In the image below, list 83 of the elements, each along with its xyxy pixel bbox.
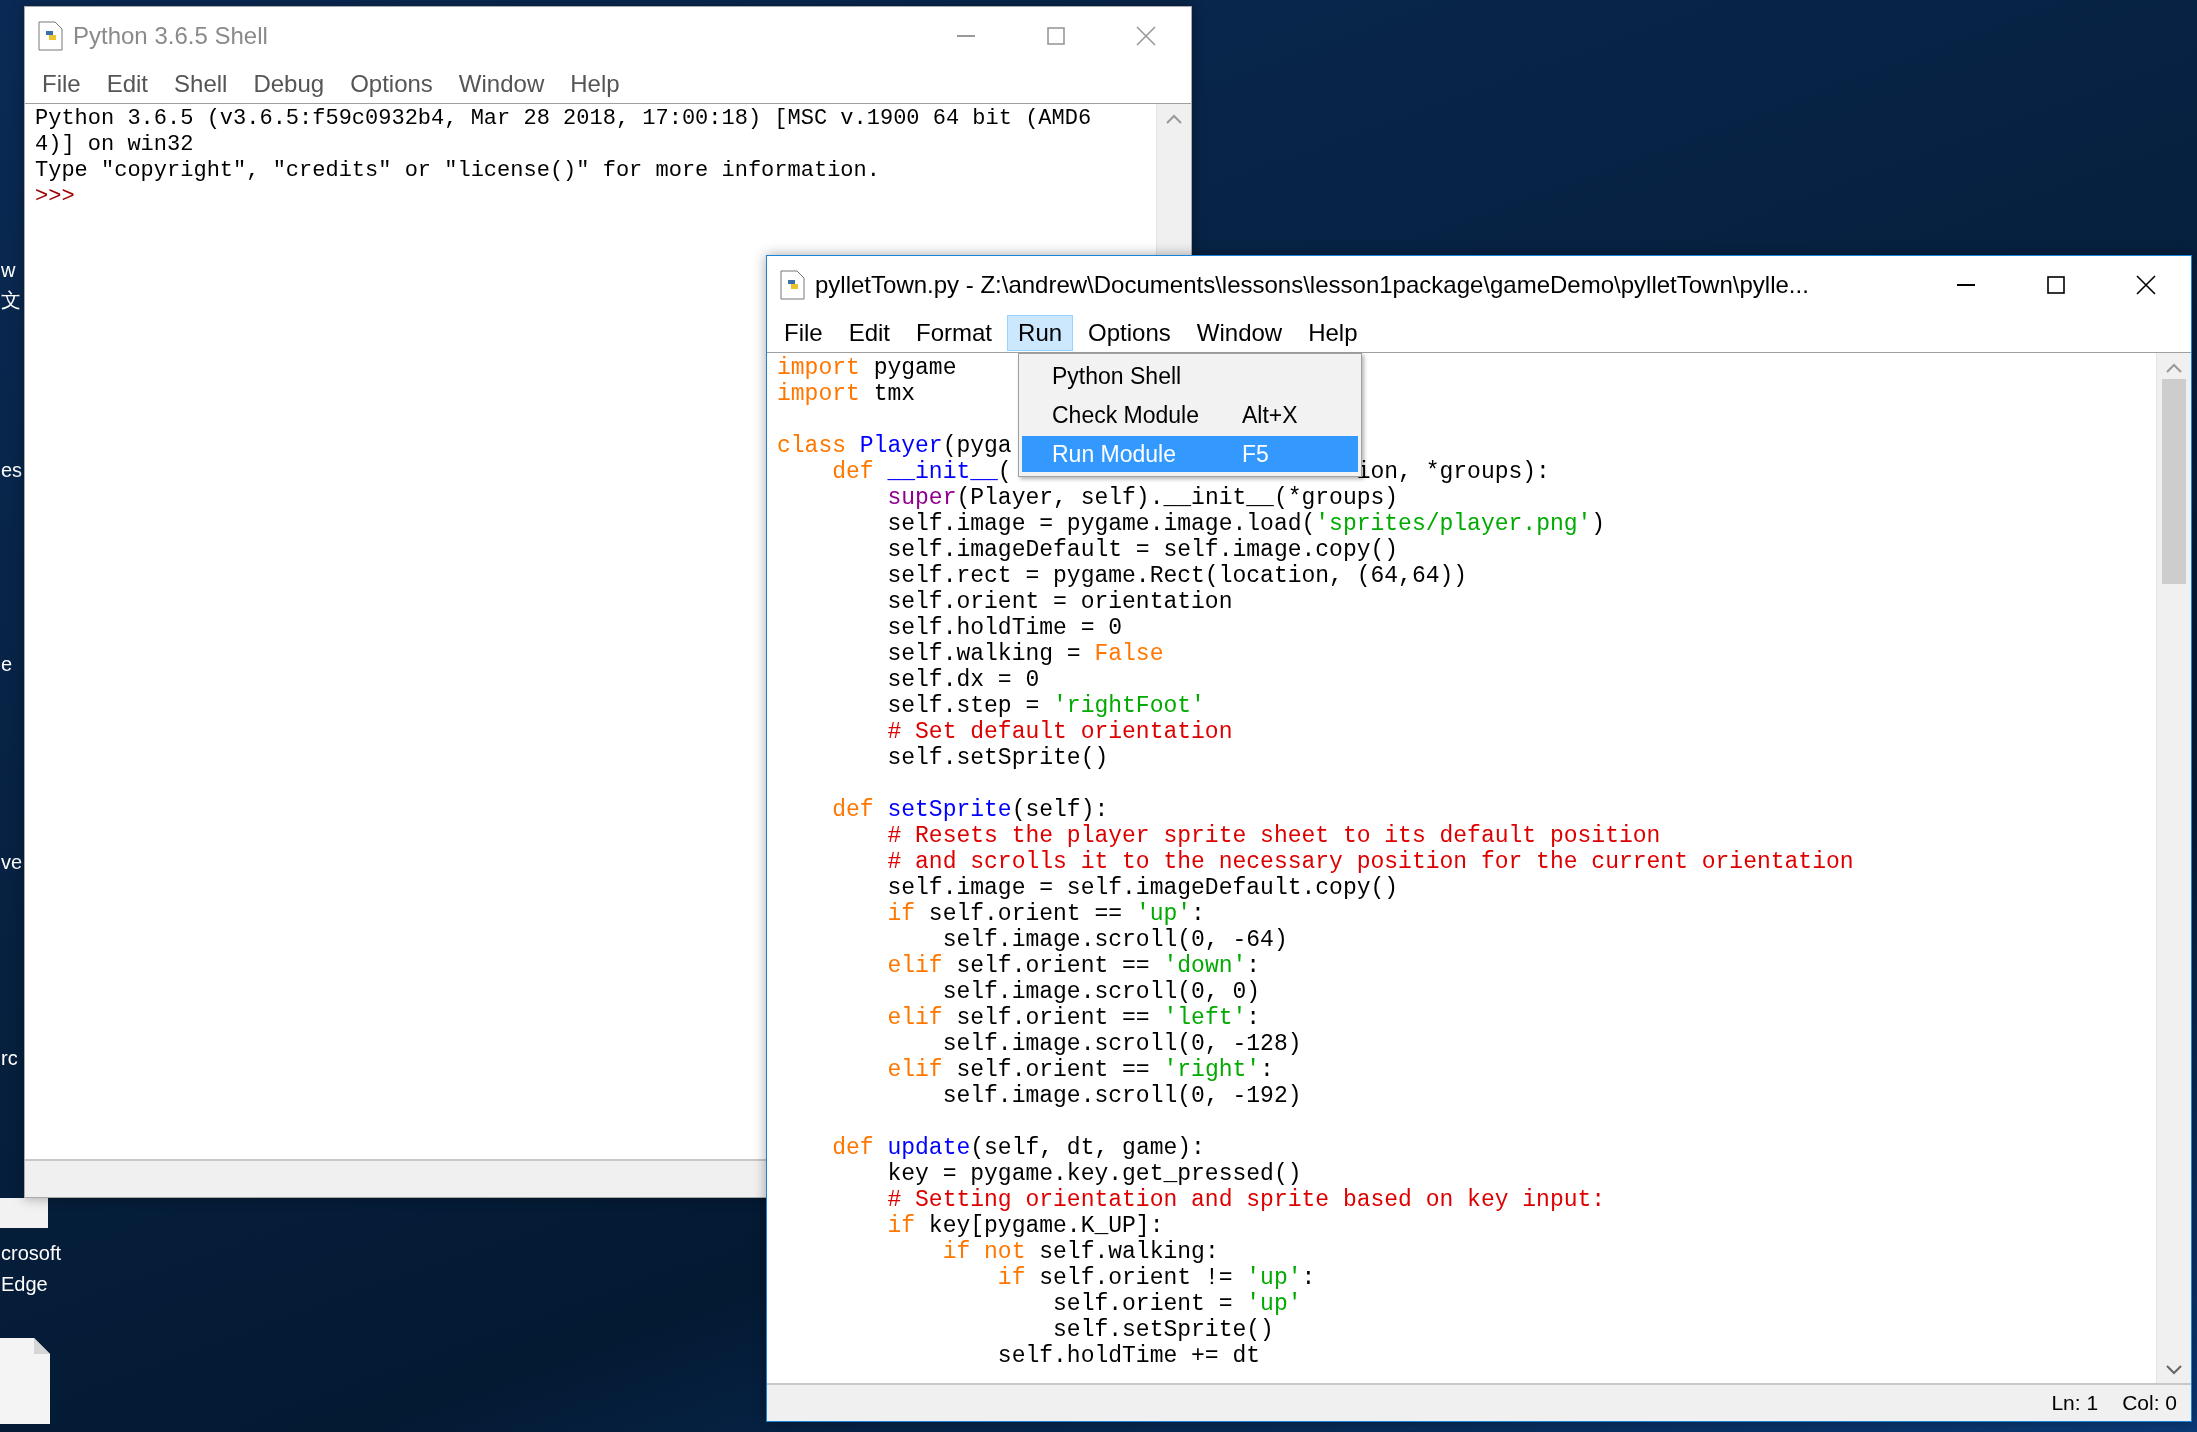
menu-item[interactable]: File — [773, 315, 834, 351]
desktop-icon-label: rc — [1, 1046, 18, 1070]
code-line: self.image.scroll(0, -192) — [941, 1083, 1302, 1109]
code-line: self.dx = 0 — [886, 667, 1040, 693]
menu-item[interactable]: Window — [1185, 315, 1294, 351]
code-line: def update(self, dt, game): — [831, 1135, 1205, 1161]
shell-output-line: Type "copyright", "credits" or "license()" for more information. — [35, 158, 880, 184]
desktop-icon-label: ve — [1, 850, 23, 874]
code-line: import pygame — [777, 355, 957, 381]
code-line: self.holdTime = 0 — [886, 615, 1123, 641]
desktop-icon-label: e — [1, 652, 13, 676]
menu-item[interactable]: File — [31, 66, 92, 102]
code-line: self.image.scroll(0, -64) — [941, 927, 1288, 953]
code-line: def setSprite(self): — [831, 797, 1109, 823]
close-icon — [2136, 275, 2156, 295]
menu-item[interactable]: Help — [1297, 315, 1369, 351]
code-line: self.image.scroll(0, 0) — [941, 979, 1261, 1005]
menu-item[interactable]: Options — [1077, 315, 1182, 351]
code-line: if key[pygame.K_UP]: — [886, 1213, 1164, 1239]
code-line: self.rect = pygame.Rect(location, (64,64)) — [886, 563, 1468, 589]
code-line: # Resets the player sprite sheet to its default position — [886, 823, 1661, 849]
scrollbar[interactable] — [2156, 353, 2191, 1383]
maximize-icon — [1047, 27, 1065, 45]
code-line: elif self.orient == 'left': — [886, 1005, 1261, 1031]
shell-output-line: Python 3.6.5 (v3.6.5:f59c0932b4, Mar 28 2018, 17:00:18) [MSC v.1900 64 bit (AMD6 — [35, 106, 1092, 132]
menu-item[interactable]: Run — [1007, 315, 1074, 351]
document-icon — [0, 1338, 50, 1424]
menu-item[interactable]: Debug — [242, 66, 336, 102]
window-title: Python 3.6.5 Shell — [73, 22, 269, 50]
code-line: elif self.orient == 'right': — [886, 1057, 1274, 1083]
minimize-icon — [1957, 284, 1975, 286]
menu-item[interactable]: Edit — [95, 66, 160, 102]
menu-item[interactable]: Edit — [837, 315, 902, 351]
column-number-label: Col: 0 — [2122, 1391, 2177, 1415]
code-line: self.image = self.imageDefault.copy() — [886, 875, 1399, 901]
run-menu-item[interactable]: Check Module Alt+X — [1022, 397, 1358, 433]
menu-item[interactable]: Window — [447, 66, 556, 102]
code-line: elif self.orient == 'down': — [886, 953, 1261, 979]
scrollbar-thumb[interactable] — [2162, 379, 2186, 584]
code-line: # and scrolls it to the necessary position for the current orientation — [886, 849, 1854, 875]
shell-output-line: 4)] on win32 — [35, 132, 194, 158]
code-line: self.image.scroll(0, -128) — [941, 1031, 1302, 1057]
code-line: self.walking = False — [886, 641, 1164, 667]
minimize-icon — [957, 35, 975, 37]
code-line: self.step = 'rightFoot' — [886, 693, 1205, 719]
menu-item[interactable]: Options — [339, 66, 444, 102]
shell-prompt: >>> — [35, 184, 75, 210]
desktop-icon-label: Edge — [1, 1272, 48, 1296]
scroll-down-icon[interactable] — [2166, 1365, 2182, 1375]
scroll-up-icon[interactable] — [2166, 363, 2182, 373]
code-line: self.image = pygame.image.load('sprites/player.png') — [886, 511, 1606, 537]
desktop-icon-label: es — [1, 458, 23, 482]
code-line: super(Player, self).__init__(*groups) — [886, 485, 1399, 511]
desktop-icon-label: crosoft — [1, 1241, 62, 1265]
menu-item[interactable]: Help — [559, 66, 631, 102]
desktop-icon-label: w — [1, 258, 16, 282]
python-file-icon — [37, 21, 65, 51]
code-line: self.setSprite() — [1052, 1317, 1274, 1343]
code-line: key = pygame.key.get_pressed() — [886, 1161, 1302, 1187]
code-line: def __init__( — [831, 459, 1012, 485]
window-title: pylletTown.py - Z:\andrew\Documents\lessons\lesson1package\gameDemo\pylletTown\pylle... — [815, 271, 1810, 299]
code-line: ion, *groups): — [1356, 459, 1550, 485]
run-menu-item[interactable]: Python Shell — [1022, 358, 1358, 394]
code-line: self.holdTime += dt — [996, 1343, 1261, 1369]
code-line: import tmx — [777, 381, 916, 407]
code-line: self.imageDefault = self.image.copy() — [886, 537, 1399, 563]
menu-item[interactable]: Shell — [163, 66, 239, 102]
close-icon — [1136, 26, 1156, 46]
code-line: # Set default orientation — [886, 719, 1233, 745]
desktop-icon-label: 文 — [1, 288, 21, 312]
code-line: self.orient = orientation — [886, 589, 1233, 615]
code-line: self.setSprite() — [886, 745, 1109, 771]
python-file-icon — [779, 270, 807, 300]
code-line: if self.orient != 'up': — [996, 1265, 1316, 1291]
code-line: if self.orient == 'up': — [886, 901, 1205, 927]
code-line: class Player(pyga — [777, 433, 1012, 459]
line-number-label: Ln: 1 — [2051, 1391, 2099, 1415]
code-line: self.orient = 'up' — [1052, 1291, 1302, 1317]
code-line: if not self.walking: — [941, 1239, 1219, 1265]
menu-item[interactable]: Format — [905, 315, 1004, 351]
maximize-icon — [2047, 276, 2065, 294]
scroll-up-icon[interactable] — [1166, 114, 1182, 124]
code-line: # Setting orientation and sprite based on key input: — [886, 1187, 1606, 1213]
